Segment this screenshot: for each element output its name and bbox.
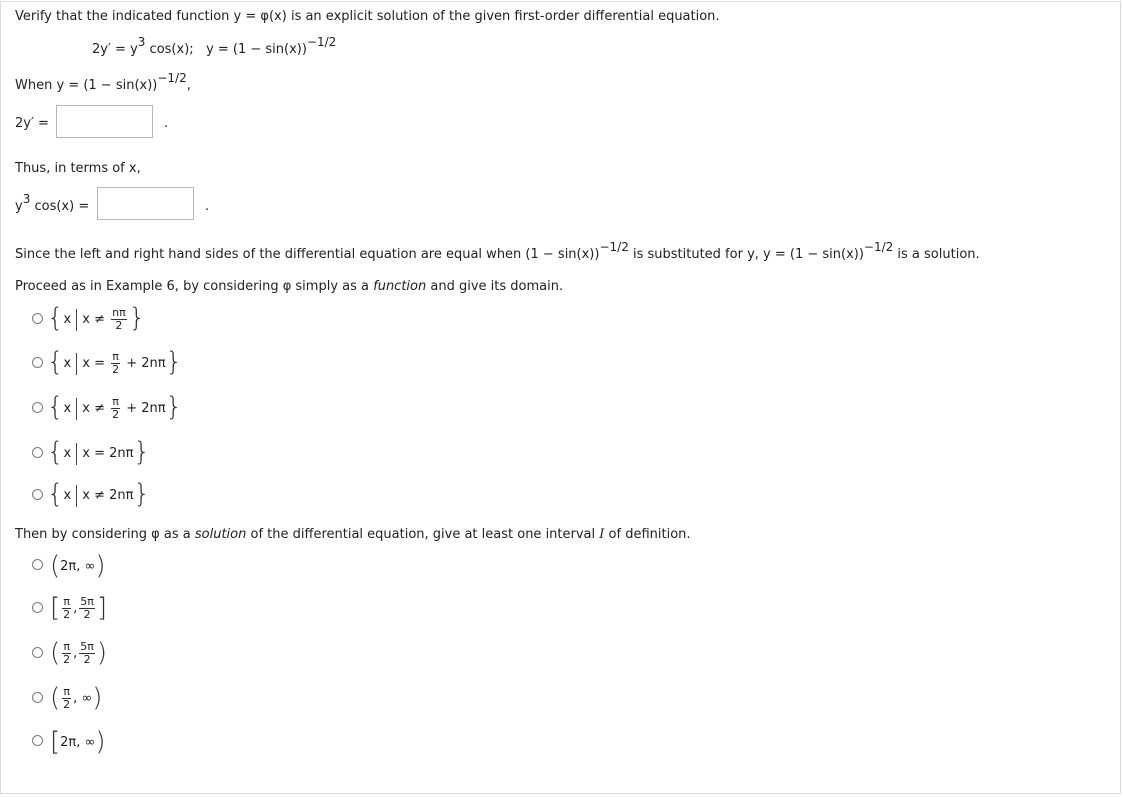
rhs-label: y3 cos(x) = bbox=[15, 192, 90, 214]
interval-option-1[interactable]: (2π, ∞) bbox=[50, 552, 106, 579]
set-relation: x ≠ bbox=[82, 312, 105, 327]
interval-option-5-radio[interactable] bbox=[32, 735, 43, 746]
ode-equation: 2y′ = y3 cos(x); y = (1 − sin(x))−1/2 bbox=[92, 35, 336, 57]
since-part3: is a solution. bbox=[893, 247, 980, 262]
interval-question: Then by considering φ as a solution of t… bbox=[15, 527, 691, 542]
set-relation: x = 2nπ bbox=[82, 446, 134, 461]
interval-open: [ bbox=[50, 727, 61, 757]
ode-lhs: 2y′ = y bbox=[92, 42, 138, 57]
domain-option-1[interactable]: {x x ≠ nπ 2} bbox=[47, 305, 145, 332]
interval-end: ∞ bbox=[84, 735, 96, 750]
domain-option-5[interactable]: {x x ≠ 2nπ} bbox=[47, 481, 150, 507]
fraction-denominator: 2 bbox=[115, 319, 123, 332]
interval-open: ( bbox=[50, 638, 61, 668]
interval-question-emphasis: solution bbox=[194, 527, 247, 542]
interval-option-4[interactable]: (π 2, ∞) bbox=[50, 684, 102, 711]
rhs-rest: cos(x) = bbox=[30, 199, 90, 214]
set-variable: x bbox=[63, 488, 72, 503]
interval-option-3-radio[interactable] bbox=[32, 647, 43, 658]
domain-option-4[interactable]: {x x = 2nπ} bbox=[47, 439, 150, 465]
interval-end: ∞ bbox=[84, 559, 96, 574]
when-line: When y = (1 − sin(x))−1/2, bbox=[15, 71, 191, 93]
set-variable: x bbox=[63, 356, 72, 371]
interval-question-middle: of the differential equation, give at le… bbox=[246, 527, 600, 542]
rhs-answer-input[interactable] bbox=[97, 187, 194, 220]
period: . bbox=[205, 199, 210, 214]
when-prefix: When y = (1 − sin(x)) bbox=[15, 78, 158, 93]
set-variable: x bbox=[63, 401, 72, 416]
fraction-denominator: 2 bbox=[112, 408, 120, 421]
interval-option-1-radio[interactable] bbox=[32, 559, 43, 570]
when-exponent: −1/2 bbox=[157, 71, 187, 85]
fraction-denominator: 2 bbox=[63, 653, 71, 666]
domain-option-3-radio[interactable] bbox=[32, 402, 43, 413]
fraction-denominator: 2 bbox=[112, 363, 120, 376]
set-variable: x bbox=[63, 446, 72, 461]
interval-option-2-radio[interactable] bbox=[32, 602, 43, 613]
intro-text: Verify that the indicated function y = φ… bbox=[15, 9, 720, 24]
domain-option-2[interactable]: {x x = π2 + 2nπ} bbox=[47, 349, 182, 376]
domain-option-1-radio[interactable] bbox=[32, 313, 43, 324]
given-solution-exponent: −1/2 bbox=[306, 35, 337, 49]
interval-question-suffix: of definition. bbox=[604, 527, 691, 542]
set-relation: x ≠ 2nπ bbox=[82, 488, 134, 503]
set-relation: x ≠ bbox=[82, 401, 105, 416]
thus-text: Thus, in terms of x, bbox=[15, 161, 141, 176]
since-exponent2: −1/2 bbox=[863, 240, 894, 254]
since-part1: Since the left and right hand sides of t… bbox=[15, 247, 600, 262]
interval-close: ) bbox=[95, 727, 106, 757]
domain-question-emphasis: function bbox=[373, 279, 427, 294]
set-tail: + 2nπ bbox=[126, 401, 166, 416]
set-tail: + 2nπ bbox=[126, 356, 166, 371]
interval-option-2[interactable]: [π 2, 5π 2] bbox=[50, 594, 107, 621]
interval-start: 2π bbox=[60, 559, 77, 574]
interval-question-prefix: Then by considering φ as a bbox=[15, 527, 195, 542]
interval-close: ) bbox=[95, 551, 106, 581]
domain-option-3[interactable]: {x x ≠ π2 + 2nπ} bbox=[47, 394, 182, 421]
fraction-denominator: 2 bbox=[63, 698, 71, 711]
interval-close: ) bbox=[92, 683, 103, 713]
since-part2: is substituted for y, y = (1 − sin(x)) bbox=[628, 247, 864, 262]
interval-option-3[interactable]: (π 2, 5π 2) bbox=[50, 639, 107, 666]
fraction-denominator: 2 bbox=[83, 608, 91, 621]
derivative-answer-input[interactable] bbox=[56, 105, 153, 138]
fraction-denominator: 2 bbox=[83, 653, 91, 666]
fraction-denominator: 2 bbox=[63, 608, 71, 621]
set-relation: x = bbox=[82, 356, 105, 371]
interval-close: ] bbox=[96, 593, 108, 623]
interval-open: ( bbox=[50, 683, 61, 713]
interval-open: ( bbox=[50, 551, 61, 581]
domain-option-4-radio[interactable] bbox=[32, 447, 43, 458]
domain-question: Proceed as in Example 6, by considering … bbox=[15, 279, 563, 294]
interval-start: 2π bbox=[60, 735, 77, 750]
when-suffix: , bbox=[186, 78, 191, 93]
interval-end: ∞ bbox=[81, 691, 93, 706]
domain-question-suffix: and give its domain. bbox=[426, 279, 564, 294]
domain-option-2-radio[interactable] bbox=[32, 357, 43, 368]
domain-option-5-radio[interactable] bbox=[32, 489, 43, 500]
rhs-exponent: 3 bbox=[22, 192, 31, 206]
since-text: Since the left and right hand sides of t… bbox=[15, 240, 980, 262]
derivative-label: 2y′ = bbox=[15, 116, 49, 131]
interval-open: [ bbox=[50, 593, 61, 623]
rhs-y: y bbox=[15, 199, 23, 214]
domain-question-prefix: Proceed as in Example 6, by considering … bbox=[15, 279, 374, 294]
since-exponent1: −1/2 bbox=[599, 240, 629, 254]
given-solution: y = (1 − sin(x)) bbox=[206, 42, 307, 57]
ode-exponent: 3 bbox=[137, 35, 146, 49]
interval-option-5[interactable]: [2π, ∞) bbox=[50, 728, 106, 755]
interval-close: ) bbox=[96, 638, 108, 668]
interval-option-4-radio[interactable] bbox=[32, 692, 43, 703]
set-variable: x bbox=[63, 312, 72, 327]
ode-rhs: cos(x); bbox=[145, 42, 194, 57]
period: . bbox=[164, 116, 169, 131]
